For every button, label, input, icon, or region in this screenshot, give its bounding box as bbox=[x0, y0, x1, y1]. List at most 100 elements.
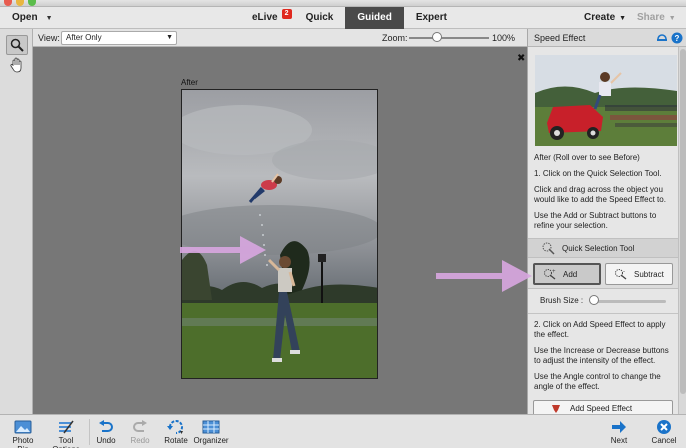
step1-title: 1. Click on the Quick Selection Tool. bbox=[534, 169, 662, 178]
svg-text:?: ? bbox=[675, 34, 680, 43]
step1-refine: Use the Add or Subtract buttons to refin… bbox=[534, 211, 657, 230]
undo-icon bbox=[99, 420, 113, 432]
after-photo[interactable] bbox=[181, 89, 378, 379]
zoom-label: Zoom: bbox=[382, 33, 408, 43]
help-icon[interactable]: ? bbox=[671, 32, 683, 44]
step1-body: Click and drag across the object you wou… bbox=[534, 185, 666, 204]
zoom-icon bbox=[10, 38, 24, 52]
subtract-button[interactable]: - Subtract bbox=[605, 263, 673, 285]
brush-add-icon: + bbox=[544, 269, 556, 280]
chevron-down-icon: ▼ bbox=[45, 15, 53, 22]
step2-title: 2. Click on Add Speed Effect to apply th… bbox=[534, 320, 666, 339]
photo-scene bbox=[182, 105, 377, 378]
organizer-label: Organizer bbox=[193, 436, 229, 445]
mode-tabs: eLive 2 Quick Guided Expert bbox=[240, 7, 459, 29]
panel-title: Speed Effect bbox=[534, 33, 586, 43]
rotate-button[interactable]: ▾ Rotate bbox=[161, 418, 191, 448]
next-icon bbox=[612, 421, 626, 433]
close-icon[interactable]: ✖ bbox=[517, 53, 525, 64]
share-label: Share bbox=[637, 12, 665, 23]
after-label: After bbox=[181, 78, 198, 87]
close-window-dot[interactable] bbox=[4, 0, 12, 6]
photo-bin-icon bbox=[14, 420, 32, 434]
add-label: Add bbox=[563, 269, 578, 279]
quick-selection-row[interactable]: Quick Selection Tool bbox=[528, 238, 678, 258]
example-thumbnail[interactable] bbox=[535, 55, 677, 146]
view-select[interactable]: After Only ▼ bbox=[61, 31, 177, 45]
panel-scrollbar[interactable] bbox=[678, 47, 686, 414]
cancel-label: Cancel bbox=[651, 436, 677, 445]
cancel-button[interactable]: Cancel bbox=[649, 418, 679, 448]
tab-expert[interactable]: Expert bbox=[404, 7, 459, 29]
canvas-area: ✖ After bbox=[33, 48, 527, 414]
speed-effect-icon bbox=[552, 405, 560, 413]
tools-panel bbox=[0, 29, 33, 414]
zoom-window-dot[interactable] bbox=[28, 0, 36, 6]
create-menu[interactable]: Create ▼ bbox=[584, 12, 626, 23]
view-select-value: After Only bbox=[66, 33, 102, 42]
organizer-icon bbox=[202, 420, 220, 434]
tool-options-button[interactable]: Tool Options bbox=[44, 418, 88, 448]
options-bar: View: After Only ▼ Zoom: 100% bbox=[33, 29, 527, 47]
guided-panel: Speed Effect ? After (Roll over to see B… bbox=[527, 29, 686, 416]
add-button[interactable]: + Add bbox=[533, 263, 601, 285]
reset-icon[interactable] bbox=[656, 32, 668, 44]
zoom-tool[interactable] bbox=[6, 35, 28, 55]
svg-text:-: - bbox=[623, 269, 625, 275]
quick-selection-icon bbox=[542, 242, 555, 255]
view-label: View: bbox=[38, 33, 60, 43]
notification-badge: 2 bbox=[281, 9, 292, 19]
undo-button[interactable]: Undo bbox=[94, 418, 118, 448]
photo-bin-label: Photo Bin bbox=[12, 436, 34, 448]
tab-guided-label: Guided bbox=[357, 12, 392, 23]
subtract-label: Subtract bbox=[634, 269, 664, 279]
cancel-icon bbox=[657, 420, 671, 434]
step2-body: Use the Increase or Decrease buttons to … bbox=[534, 346, 669, 365]
open-menu[interactable]: Open ▼ bbox=[12, 12, 53, 23]
brush-subtract-icon: - bbox=[615, 269, 627, 280]
tab-elive-label: eLive bbox=[252, 12, 278, 23]
svg-text:+: + bbox=[552, 269, 556, 275]
example-scene bbox=[535, 55, 677, 146]
brush-size-track[interactable] bbox=[590, 300, 666, 303]
rotate-label: Rotate bbox=[164, 436, 188, 445]
zoom-slider-track[interactable] bbox=[409, 37, 489, 39]
hand-tool[interactable] bbox=[6, 55, 28, 75]
quick-selection-label: Quick Selection Tool bbox=[562, 244, 635, 253]
step2-angle: Use the Angle control to change the angl… bbox=[534, 372, 661, 391]
panel-header: Speed Effect ? bbox=[528, 29, 686, 47]
redo-button[interactable]: Redo bbox=[128, 418, 152, 448]
create-label: Create bbox=[584, 12, 616, 23]
tab-guided[interactable]: Guided bbox=[345, 7, 404, 29]
redo-label: Redo bbox=[130, 436, 150, 445]
tool-options-icon bbox=[59, 420, 74, 434]
tab-elive[interactable]: eLive 2 bbox=[240, 7, 294, 29]
tab-expert-label: Expert bbox=[415, 12, 447, 23]
menu-bar: Open ▼ eLive 2 Quick Guided Expert Create ▼… bbox=[0, 7, 686, 29]
share-menu[interactable]: Share ▼ bbox=[637, 12, 676, 23]
window-titlebar bbox=[0, 0, 686, 7]
svg-text:▾: ▾ bbox=[180, 430, 183, 435]
next-button[interactable]: Next bbox=[606, 418, 632, 448]
thumbnail-caption: After (Roll over to see Before) bbox=[534, 153, 640, 162]
chevron-down-icon: ▼ bbox=[619, 15, 627, 22]
divider bbox=[89, 419, 90, 445]
tab-quick[interactable]: Quick bbox=[294, 7, 346, 29]
open-label: Open bbox=[12, 12, 38, 23]
brush-size-handle[interactable] bbox=[588, 295, 599, 305]
section-divider bbox=[528, 313, 678, 314]
bottom-bar: Photo Bin Tool Options Undo Redo ▾ Rotat… bbox=[0, 414, 686, 448]
rotate-icon: ▾ bbox=[167, 420, 183, 435]
undo-label: Undo bbox=[96, 436, 116, 445]
organizer-button[interactable]: Organizer bbox=[193, 418, 229, 448]
tab-quick-label: Quick bbox=[305, 12, 334, 23]
add-speed-effect-label: Add Speed Effect bbox=[570, 404, 633, 413]
minimize-window-dot[interactable] bbox=[16, 0, 24, 6]
photo-bin-button[interactable]: Photo Bin bbox=[6, 418, 40, 448]
chevron-down-icon: ▼ bbox=[166, 34, 173, 41]
hand-icon bbox=[10, 57, 22, 73]
redo-icon bbox=[133, 420, 147, 432]
tool-options-label: Tool Options bbox=[52, 436, 80, 448]
scrollbar-thumb[interactable] bbox=[680, 49, 686, 394]
zoom-slider-handle[interactable] bbox=[432, 32, 442, 42]
